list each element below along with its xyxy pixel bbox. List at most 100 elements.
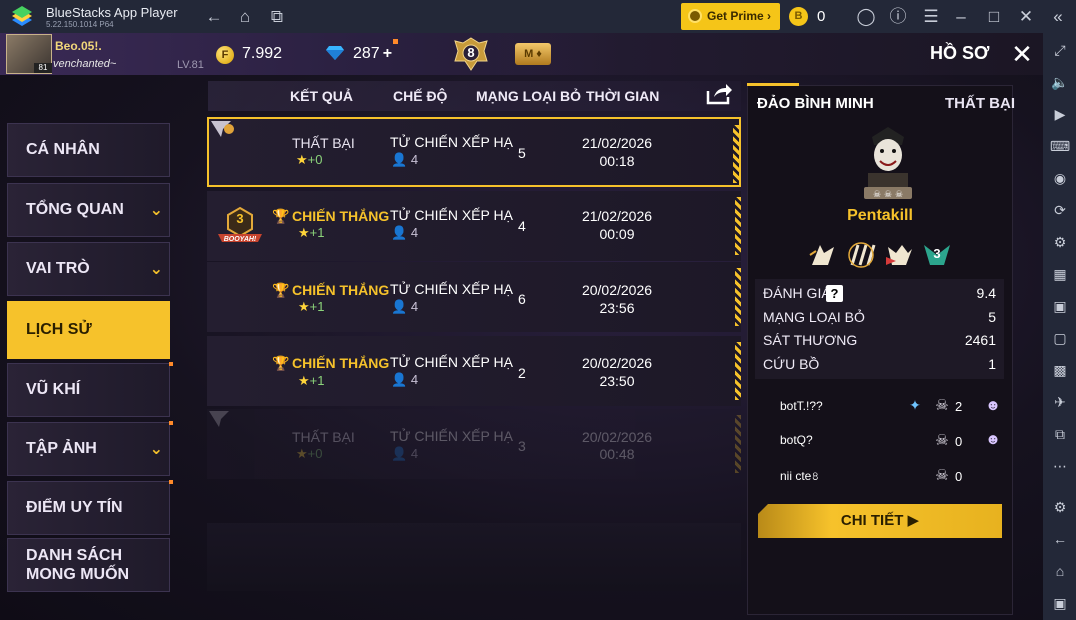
match-mode: TỬ CHIẾN XẾP HẠ	[390, 134, 513, 150]
rank-points: ★+0	[296, 152, 322, 168]
add-friend-icon[interactable]: ☻	[983, 431, 1003, 449]
notification-dot	[169, 421, 173, 425]
android-home-icon[interactable]: ⌂	[1049, 561, 1071, 581]
nav-item-weapons[interactable]: VŨ KHÍ	[7, 362, 173, 417]
get-prime-label: Get Prime	[707, 9, 764, 23]
recent-apps-icon[interactable]: ⧉	[266, 6, 288, 28]
match-time: 00:48	[599, 446, 635, 462]
nav-item-overview[interactable]: TỔNG QUAN ⌄	[7, 183, 170, 237]
nav-label-line1: DANH SÁCH	[26, 547, 122, 564]
bluestacks-logo-icon	[12, 6, 32, 26]
detail-award-title: Pentakill	[847, 207, 913, 224]
match-date: 20/02/2026	[581, 429, 653, 445]
nav-item-roles[interactable]: VAI TRÒ ⌄	[7, 242, 170, 296]
pentakill-mask-icon: ☠ ☠ ☠	[864, 127, 912, 200]
help-icon[interactable]: ⓘ	[887, 6, 909, 28]
notification-dot	[169, 362, 173, 366]
bluestacks-coin-icon: B	[789, 7, 808, 26]
match-row[interactable]	[207, 117, 741, 187]
menu-icon[interactable]: ☰	[920, 6, 942, 28]
android-recents-icon[interactable]: ▣	[1049, 593, 1071, 613]
skull-icon: ☠	[935, 432, 949, 449]
minimize-icon[interactable]: –	[950, 6, 972, 28]
column-header-mode: CHẾ ĐỘ	[393, 88, 448, 104]
android-back-icon[interactable]: ←	[1049, 529, 1071, 549]
multi-instance-icon[interactable]: ⧉	[1049, 424, 1071, 444]
match-kills: 2	[518, 365, 526, 381]
close-icon[interactable]: ✕	[1015, 6, 1037, 28]
squad-size: 👤 4	[391, 446, 418, 462]
media-icon[interactable]: ▶	[1049, 104, 1071, 124]
notification-dot	[169, 480, 173, 484]
skull-icon: ☠	[935, 397, 949, 414]
star-icon: ★	[298, 299, 310, 314]
nav-item-personal[interactable]: CÁ NHÂN	[7, 123, 170, 177]
match-kills: 5	[518, 145, 526, 161]
match-mode: TỬ CHIẾN XẾP HẠ	[390, 207, 513, 223]
match-result: CHIẾN THẮNG	[292, 208, 390, 224]
fullscreen-icon[interactable]: ⤢	[1049, 40, 1071, 60]
rank-points-value: +1	[309, 225, 325, 240]
nav-item-reputation[interactable]: ĐIỂM UY TÍN	[7, 480, 173, 535]
airplane-icon[interactable]: ✈	[1049, 392, 1071, 412]
squad-size-value: 4	[410, 372, 419, 387]
rank-points-value: +0	[307, 446, 323, 461]
rank-points: ★+0	[296, 446, 322, 462]
settings-icon[interactable]: ⚙	[1049, 497, 1071, 517]
row-stripe	[735, 197, 741, 255]
diamond-icon	[326, 46, 344, 60]
resize-icon[interactable]: ▢	[1049, 328, 1071, 348]
match-detail-button[interactable]: CHI TIẾT ▶	[758, 504, 1002, 538]
sync-icon[interactable]: ⟳	[1049, 200, 1071, 220]
nav-item-wishlist[interactable]: DANH SÁCH MONG MUỐN	[7, 538, 170, 592]
svg-text:☠: ☠	[895, 190, 903, 200]
apk-icon[interactable]: ▦	[1049, 264, 1071, 284]
back-icon[interactable]: ←	[203, 6, 225, 28]
person-icon: 👤	[391, 299, 408, 314]
detail-result: THẤT BẠI	[945, 95, 1015, 112]
rank-corner-icon	[211, 121, 234, 137]
add-friend-icon[interactable]: ☻	[983, 397, 1003, 415]
game-screen: 81 Beo.05!. venchanted~ LV.81 F 7.992 28…	[0, 33, 1043, 620]
match-time: 00:09	[599, 226, 635, 242]
macro-icon[interactable]: ⚙	[1049, 232, 1071, 252]
record-icon[interactable]: ◉	[1049, 168, 1071, 188]
share-icon[interactable]	[706, 83, 732, 105]
chevron-down-icon: ⌄	[149, 202, 163, 219]
add-diamond-button[interactable]: +	[383, 45, 392, 62]
more-icon[interactable]: ⋯	[1049, 456, 1071, 476]
membership-icon[interactable]: M ♦	[515, 43, 551, 65]
expand-icon[interactable]: «	[1047, 6, 1069, 28]
keyboard-icon[interactable]: ⌨	[1049, 136, 1071, 156]
maximize-icon[interactable]: □	[983, 6, 1005, 28]
volume-icon[interactable]: 🔈	[1049, 72, 1071, 92]
close-profile-button[interactable]: ✕	[1008, 40, 1036, 68]
prime-coin-icon	[688, 9, 702, 23]
squad-size: 👤 4	[391, 225, 418, 241]
medal-wolf-icon	[886, 245, 912, 265]
nav-label: CÁ NHÂN	[26, 141, 100, 158]
match-result: THẤT BẠI	[292, 135, 355, 151]
nav-label: DANH SÁCH MONG MUỐN	[26, 546, 129, 584]
rank-points: ★+1	[298, 373, 324, 389]
skull-icon: ☠	[935, 467, 949, 484]
nav-item-history[interactable]: LỊCH SỬ	[7, 301, 170, 359]
stat-value: 9.4	[976, 285, 996, 301]
account-icon[interactable]: ◯	[855, 6, 877, 28]
membership-letter: M	[524, 48, 534, 60]
rank-points: ★+1	[298, 299, 324, 315]
chevron-down-icon: ⌄	[149, 441, 163, 458]
match-mode: TỬ CHIẾN XẾP HẠ	[390, 354, 513, 370]
person-icon: 👤	[391, 372, 408, 387]
booyah-label: BOOYAH!	[223, 236, 257, 243]
squad-size: 👤 4	[391, 299, 418, 315]
gallery-icon[interactable]: ▩	[1049, 360, 1071, 380]
svg-text:☠: ☠	[873, 190, 881, 200]
diamond-amount: 287 +	[353, 45, 392, 63]
diamond-count: 287	[353, 45, 380, 62]
nav-item-album[interactable]: TẬP ẢNH ⌄	[7, 421, 173, 476]
screenshot-icon[interactable]: ▣	[1049, 296, 1071, 316]
squad-size-value: 4	[410, 152, 419, 167]
rating-help-icon[interactable]: ?	[826, 285, 843, 302]
home-icon[interactable]: ⌂	[234, 6, 256, 28]
